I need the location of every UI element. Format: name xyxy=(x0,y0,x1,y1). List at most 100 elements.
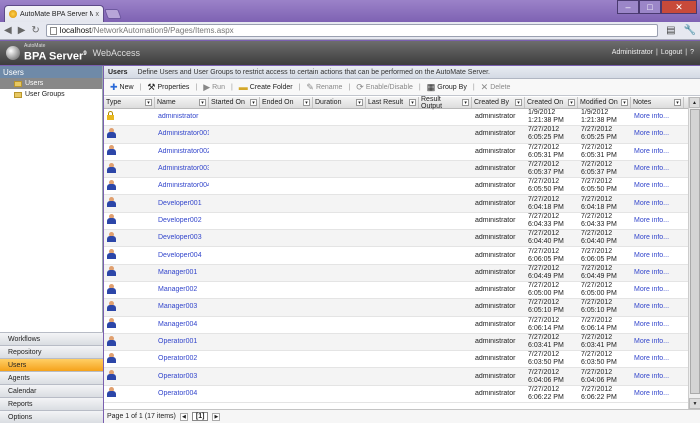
new-button[interactable]: ✚ New xyxy=(107,82,137,93)
properties-button[interactable]: ⚒ Properties xyxy=(144,82,192,93)
reload-icon[interactable]: ↻ xyxy=(31,25,39,36)
page-menu-icon[interactable]: ▤ xyxy=(666,25,675,36)
more-info-link[interactable]: More info... xyxy=(631,286,684,294)
nav-calendar[interactable]: Calendar xyxy=(0,384,103,397)
minimize-button[interactable]: – xyxy=(617,0,639,14)
user-name-link[interactable]: Manager001 xyxy=(155,269,209,277)
filter-dropdown-icon[interactable]: ▾ xyxy=(674,99,681,106)
table-row[interactable]: Operator001 administrator 7/27/2012 6:03:41… xyxy=(104,333,688,352)
filter-dropdown-icon[interactable]: ▾ xyxy=(303,99,310,106)
filter-dropdown-icon[interactable]: ▾ xyxy=(199,99,206,106)
user-name-link[interactable]: Administrator004 xyxy=(155,182,209,190)
filter-dropdown-icon[interactable]: ▾ xyxy=(356,99,363,106)
group-by-button[interactable]: ▦ Group By xyxy=(424,82,470,93)
table-row[interactable]: administrator administrator 1/9/2012 1:21:3… xyxy=(104,109,688,127)
table-row[interactable]: Administrator001 administrator 7/27/2012 6:… xyxy=(104,126,688,144)
more-info-link[interactable]: More info... xyxy=(631,234,684,242)
table-row[interactable]: Developer002 administrator 7/27/2012 6:04:3… xyxy=(104,213,688,231)
filter-dropdown-icon[interactable]: ▾ xyxy=(568,99,575,106)
user-name-link[interactable]: Operator003 xyxy=(155,373,209,381)
more-info-link[interactable]: More info... xyxy=(631,130,684,138)
column-header-duration[interactable]: Duration ▾ xyxy=(313,97,366,108)
table-row[interactable]: Manager001 administrator 7/27/2012 6:04:49 … xyxy=(104,264,688,282)
scroll-up-icon[interactable]: ▲ xyxy=(689,97,700,108)
column-header-ended-on[interactable]: Ended On ▾ xyxy=(260,97,313,108)
scroll-thumb[interactable] xyxy=(690,109,700,394)
user-name-link[interactable]: Operator002 xyxy=(155,355,209,363)
tree-item-users[interactable]: Users xyxy=(0,78,102,89)
user-name-link[interactable]: Developer001 xyxy=(155,200,209,208)
maximize-button[interactable]: □ xyxy=(639,0,661,14)
table-row[interactable]: Operator004 administrator 7/27/2012 6:06:22… xyxy=(104,386,688,404)
wrench-icon[interactable]: 🔧 xyxy=(684,25,696,36)
user-name-link[interactable]: Developer002 xyxy=(155,217,209,225)
grid-scrollbar[interactable]: ▲ ▼ xyxy=(688,97,700,409)
column-header-name[interactable]: Name ▾ xyxy=(155,97,209,108)
logout-link[interactable]: Logout xyxy=(661,49,682,56)
prev-page-icon[interactable]: ◀ xyxy=(179,412,188,421)
table-row[interactable]: Developer001 administrator 7/27/2012 6:04:1… xyxy=(104,195,688,213)
tab-close-icon[interactable]: x xyxy=(96,11,100,18)
filter-dropdown-icon[interactable]: ▾ xyxy=(621,99,628,106)
table-row[interactable]: Administrator002 administrator 7/27/2012 6:… xyxy=(104,144,688,161)
user-name-link[interactable]: administrator xyxy=(155,113,209,121)
user-name-link[interactable]: Operator004 xyxy=(155,390,209,398)
forward-icon[interactable]: ▶ xyxy=(18,25,26,36)
filter-dropdown-icon[interactable]: ▾ xyxy=(462,99,469,106)
run-button[interactable]: ▶ Run xyxy=(200,82,228,93)
browser-tab[interactable]: AutoMate BPA Server Man x xyxy=(4,5,104,22)
column-header-type[interactable]: Type ▾ xyxy=(104,97,155,108)
user-name-link[interactable]: Manager003 xyxy=(155,303,209,311)
more-info-link[interactable]: More info... xyxy=(631,355,684,363)
column-header-last-result[interactable]: Last Result ▾ xyxy=(366,97,419,108)
user-name-link[interactable]: Administrator002 xyxy=(155,148,209,156)
filter-dropdown-icon[interactable]: ▾ xyxy=(145,99,152,106)
table-row[interactable]: Developer003 administrator 7/27/2012 6:04:4… xyxy=(104,230,688,248)
current-page[interactable]: [1] xyxy=(191,412,209,421)
more-info-link[interactable]: More info... xyxy=(631,390,684,398)
column-header-started-on[interactable]: Started On ▾ xyxy=(209,97,260,108)
help-icon[interactable]: ? xyxy=(690,49,694,56)
user-name-link[interactable]: Administrator001 xyxy=(155,130,209,138)
table-row[interactable]: Manager002 administrator 7/27/2012 6:05:00 … xyxy=(104,282,688,300)
filter-dropdown-icon[interactable]: ▾ xyxy=(515,99,522,106)
new-tab-button[interactable] xyxy=(104,9,122,19)
delete-button[interactable]: ✕ Delete xyxy=(478,82,514,93)
more-info-link[interactable]: More info... xyxy=(631,182,684,190)
nav-users[interactable]: Users xyxy=(0,358,103,371)
column-header-created-by[interactable]: Created By ▾ xyxy=(472,97,525,108)
back-icon[interactable]: ◀ xyxy=(4,25,12,36)
column-header-notes[interactable]: Notes ▾ xyxy=(631,97,684,108)
filter-dropdown-icon[interactable]: ▾ xyxy=(409,99,416,106)
more-info-link[interactable]: More info... xyxy=(631,252,684,260)
user-name-link[interactable]: Manager004 xyxy=(155,321,209,329)
table-row[interactable]: Developer004 administrator 7/27/2012 6:06:0… xyxy=(104,247,688,265)
more-info-link[interactable]: More info... xyxy=(631,321,684,329)
more-info-link[interactable]: More info... xyxy=(631,269,684,277)
more-info-link[interactable]: More info... xyxy=(631,217,684,225)
user-name-link[interactable]: Developer003 xyxy=(155,234,209,242)
nav-options[interactable]: Options xyxy=(0,410,103,423)
more-info-link[interactable]: More info... xyxy=(631,165,684,173)
table-row[interactable]: Operator003 administrator 7/27/2012 6:04:06… xyxy=(104,368,688,386)
column-header-modified-on[interactable]: Modified On ▾ xyxy=(578,97,631,108)
nav-reports[interactable]: Reports xyxy=(0,397,103,410)
more-info-link[interactable]: More info... xyxy=(631,373,684,381)
close-window-button[interactable]: ✕ xyxy=(661,0,697,14)
user-name-link[interactable]: Administrator003 xyxy=(155,165,209,173)
enable-disable-button[interactable]: ⟳ Enable/Disable xyxy=(353,82,416,93)
user-name-link[interactable]: Operator001 xyxy=(155,338,209,346)
more-info-link[interactable]: More info... xyxy=(631,338,684,346)
table-row[interactable]: Operator002 administrator 7/27/2012 6:03:50… xyxy=(104,351,688,369)
more-info-link[interactable]: More info... xyxy=(631,200,684,208)
more-info-link[interactable]: More info... xyxy=(631,148,684,156)
nav-agents[interactable]: Agents xyxy=(0,371,103,384)
nav-workflows[interactable]: Workflows xyxy=(0,332,103,345)
column-header-created-on[interactable]: Created On ▾ xyxy=(525,97,578,108)
table-row[interactable]: Manager004 administrator 7/27/2012 6:06:14 … xyxy=(104,317,688,334)
user-name-link[interactable]: Manager002 xyxy=(155,286,209,294)
filter-dropdown-icon[interactable]: ▾ xyxy=(250,99,257,106)
scroll-down-icon[interactable]: ▼ xyxy=(689,398,700,409)
column-header-result-output[interactable]: Result Output ▾ xyxy=(419,96,472,110)
table-row[interactable]: Administrator004 administrator 7/27/2012 6:… xyxy=(104,178,688,196)
